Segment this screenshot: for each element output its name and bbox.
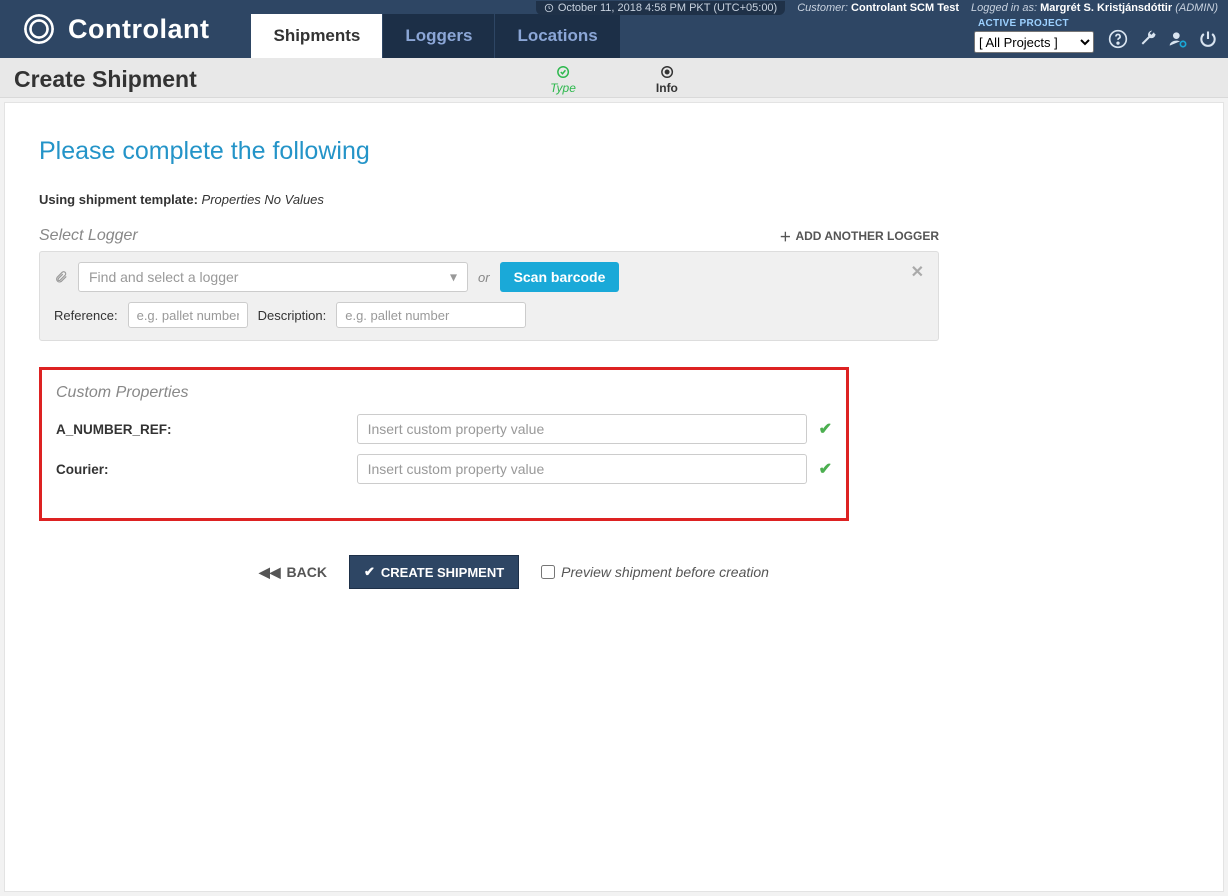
active-project-label: ACTIVE PROJECT	[978, 18, 1069, 29]
custom-property-row: A_NUMBER_REF: ✔	[56, 414, 832, 444]
brand-text: Controlant	[68, 14, 209, 45]
tab-shipments[interactable]: Shipments	[251, 14, 383, 58]
topbar-utility: October 11, 2018 4:58 PM PKT (UTC+05:00)…	[536, 0, 1218, 16]
main-content: Please complete the following Using ship…	[4, 102, 1224, 892]
logger-row-main: Find and select a logger ▾ or Scan barco…	[54, 262, 924, 292]
create-label: CREATE SHIPMENT	[381, 565, 504, 580]
tab-loggers[interactable]: Loggers	[383, 14, 495, 58]
or-text: or	[478, 270, 490, 285]
add-another-logger-button[interactable]: ＋ ADD ANOTHER LOGGER	[779, 228, 939, 245]
target-icon	[660, 65, 674, 79]
loggedin-label: Logged in as:	[971, 2, 1037, 14]
page-title: Create Shipment	[14, 66, 197, 93]
preview-checkbox[interactable]	[541, 565, 555, 579]
step-type-label: Type	[550, 81, 576, 95]
tab-locations[interactable]: Locations	[495, 14, 620, 58]
attachment-icon	[54, 270, 68, 284]
custom-property-input[interactable]	[357, 454, 807, 484]
reference-label: Reference:	[54, 308, 118, 323]
add-logger-label: ADD ANOTHER LOGGER	[795, 229, 939, 243]
logger-select-placeholder: Find and select a logger	[89, 269, 238, 285]
template-line: Using shipment template: Properties No V…	[39, 192, 1189, 207]
back-button[interactable]: ◀◀ BACK	[259, 564, 327, 581]
help-icon[interactable]	[1108, 29, 1128, 49]
brand[interactable]: Controlant	[0, 0, 231, 58]
project-select[interactable]: [ All Projects ]	[974, 31, 1094, 53]
reference-input[interactable]	[128, 302, 248, 328]
chevron-down-icon: ▾	[450, 269, 457, 286]
section-heading: Please complete the following	[39, 137, 1189, 166]
logger-row-meta: Reference: Description:	[54, 302, 924, 328]
wrench-icon[interactable]	[1138, 29, 1158, 49]
template-label: Using shipment template:	[39, 192, 198, 207]
create-shipment-button[interactable]: ✔ CREATE SHIPMENT	[349, 555, 519, 589]
check-icon: ✔	[819, 419, 832, 439]
logger-section-title: Select Logger	[39, 227, 138, 245]
customer-name: Controlant SCM Test	[851, 2, 959, 14]
logger-box: ✕ Find and select a logger ▾ or Scan bar…	[39, 251, 939, 341]
topbar: October 11, 2018 4:58 PM PKT (UTC+05:00)…	[0, 0, 1228, 58]
back-label: BACK	[287, 564, 327, 580]
plus-icon: ＋	[779, 228, 791, 245]
preview-label: Preview shipment before creation	[561, 564, 769, 580]
double-chevron-left-icon: ◀◀	[259, 564, 281, 581]
step-type[interactable]: Type	[550, 65, 576, 95]
subheader: Create Shipment Type Info	[0, 58, 1228, 98]
preview-checkbox-wrap[interactable]: Preview shipment before creation	[541, 564, 769, 580]
step-info[interactable]: Info	[656, 65, 678, 95]
wizard-steps: Type Info	[550, 65, 678, 95]
active-project: ACTIVE PROJECT [ All Projects ]	[974, 18, 1094, 53]
action-bar: ◀◀ BACK ✔ CREATE SHIPMENT Preview shipme…	[259, 555, 1189, 589]
description-label: Description:	[258, 308, 327, 323]
custom-property-label: Courier:	[56, 462, 345, 477]
logger-select[interactable]: Find and select a logger ▾	[78, 262, 468, 292]
custom-property-input[interactable]	[357, 414, 807, 444]
user-name: Margrét S. Kristjánsdóttir	[1040, 2, 1172, 14]
scan-barcode-button[interactable]: Scan barcode	[500, 262, 620, 292]
close-icon[interactable]: ✕	[911, 262, 924, 282]
custom-properties-box: Custom Properties A_NUMBER_REF: ✔ Courie…	[39, 367, 849, 521]
customer-block: Customer: Controlant SCM Test	[797, 2, 959, 14]
power-icon[interactable]	[1198, 29, 1218, 49]
user-role: (ADMIN)	[1175, 2, 1218, 14]
custom-properties-title: Custom Properties	[56, 384, 832, 402]
description-input[interactable]	[336, 302, 526, 328]
datetime-text: October 11, 2018 4:58 PM PKT (UTC+05:00)	[558, 2, 777, 14]
check-icon: ✔	[364, 564, 375, 580]
datetime-badge: October 11, 2018 4:58 PM PKT (UTC+05:00)	[536, 1, 785, 15]
custom-property-row: Courier: ✔	[56, 454, 832, 484]
check-circle-icon	[556, 65, 570, 79]
clock-icon	[544, 3, 554, 13]
customer-label: Customer:	[797, 2, 848, 14]
topbar-icons	[1108, 29, 1218, 53]
custom-property-label: A_NUMBER_REF:	[56, 422, 345, 437]
template-value: Properties No Values	[202, 192, 324, 207]
step-info-label: Info	[656, 81, 678, 95]
user-settings-icon[interactable]	[1168, 29, 1188, 49]
check-icon: ✔	[819, 459, 832, 479]
user-block: Logged in as: Margrét S. Kristjánsdóttir…	[971, 2, 1218, 14]
brand-icon	[22, 12, 56, 46]
logger-header: Select Logger ＋ ADD ANOTHER LOGGER	[39, 227, 939, 245]
